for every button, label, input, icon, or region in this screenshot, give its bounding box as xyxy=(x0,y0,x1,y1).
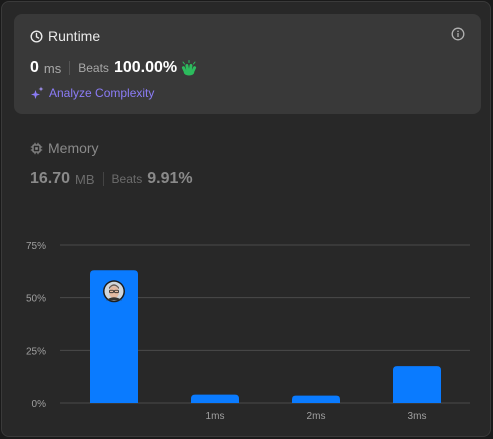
divider xyxy=(69,61,71,75)
memory-value: 16.70 xyxy=(30,170,71,187)
runtime-distribution-chart: 0% 25% 50% 75% 1ms 2ms 3ms xyxy=(26,241,470,422)
runtime-title: Runtime xyxy=(48,28,101,44)
memory-unit: MB xyxy=(75,171,95,187)
submission-stats-panel: Runtime 0 ms Beats 100.00% Analyze Compl… xyxy=(1,1,491,437)
y-tick-label: 50% xyxy=(26,294,46,305)
bar-1ms[interactable] xyxy=(191,394,239,403)
runtime-beats-label: Beats xyxy=(78,61,109,75)
x-tick-label: 2ms xyxy=(307,411,326,422)
memory-value-row: 16.70 MB Beats 9.91% xyxy=(30,170,193,188)
memory-title: Memory xyxy=(48,140,99,156)
y-axis-ticks: 0% 25% 50% 75% xyxy=(26,241,46,410)
runtime-beats-value: 100.00% xyxy=(113,59,178,76)
runtime-card[interactable]: Runtime 0 ms Beats 100.00% Analyze Compl… xyxy=(14,14,481,114)
bar-2ms[interactable] xyxy=(292,395,340,403)
runtime-unit: ms xyxy=(43,60,62,76)
sparkle-icon xyxy=(31,86,44,99)
x-axis-ticks: 1ms 2ms 3ms xyxy=(206,411,427,422)
memory-beats-label: Beats xyxy=(111,172,143,186)
y-tick-label: 0% xyxy=(32,399,47,410)
clap-icon xyxy=(182,60,197,76)
memory-header[interactable]: Memory xyxy=(30,140,99,156)
y-tick-label: 75% xyxy=(26,241,46,252)
y-tick-label: 25% xyxy=(26,346,46,357)
runtime-value: 0 xyxy=(30,59,39,76)
bar-3ms[interactable] xyxy=(393,366,441,403)
runtime-header: Runtime xyxy=(30,28,100,44)
avatar xyxy=(103,280,125,303)
x-tick-label: 3ms xyxy=(408,411,427,422)
analyze-complexity-label: Analyze Complexity xyxy=(49,86,155,100)
info-icon[interactable] xyxy=(451,27,465,41)
chip-icon xyxy=(30,142,43,154)
chart-bars xyxy=(90,270,441,403)
runtime-value-row: 0 ms Beats 100.00% xyxy=(30,59,198,77)
x-tick-label: 1ms xyxy=(206,411,225,422)
clock-icon xyxy=(30,29,43,43)
memory-beats-value: 9.91% xyxy=(147,170,193,187)
analyze-complexity-link[interactable]: Analyze Complexity xyxy=(30,86,154,100)
divider xyxy=(102,172,104,186)
